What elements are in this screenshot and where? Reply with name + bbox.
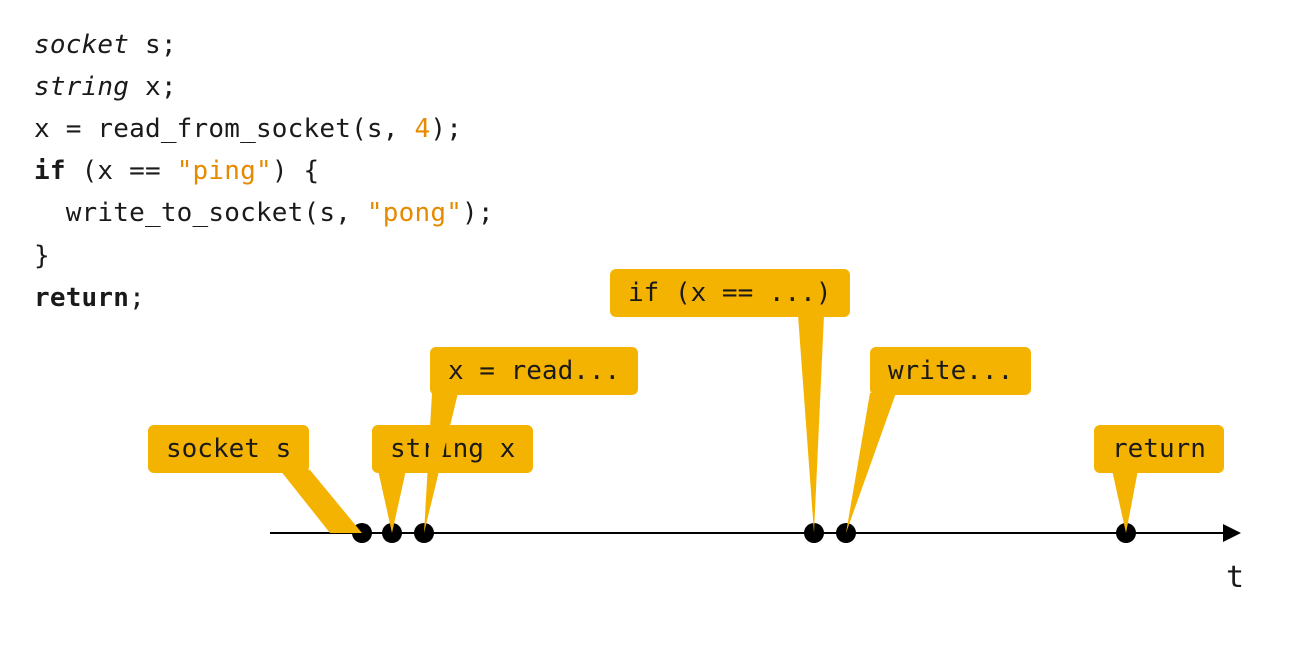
code-keyword-if: if <box>34 156 66 186</box>
code-text: (x == <box>66 156 177 186</box>
bubble-tail-icon <box>280 470 370 533</box>
code-literal-string: "pong" <box>367 198 462 228</box>
bubble-tail-icon <box>796 315 824 533</box>
code-text: ); <box>430 114 462 144</box>
code-block: socket s; string x; x = read_from_socket… <box>34 24 494 319</box>
timeline-event-x-read: x = read... <box>430 347 638 395</box>
bubble-tail-icon <box>1112 470 1142 533</box>
timeline-axis-label: t <box>1226 560 1244 595</box>
bubble-tail-icon <box>418 393 458 533</box>
code-type-string: string <box>34 72 129 102</box>
code-text: write_to_socket(s, <box>34 198 367 228</box>
timeline-event-if: if (x == ...) <box>610 269 850 317</box>
code-type-socket: socket <box>34 30 129 60</box>
code-text: x = read_from_socket(s, <box>34 114 414 144</box>
code-keyword-return: return <box>34 283 129 313</box>
bubble-tail-icon <box>378 470 414 533</box>
timeline-event-socket-s: socket s <box>148 425 309 473</box>
code-literal-number: 4 <box>414 114 430 144</box>
code-text: ); <box>462 198 494 228</box>
code-literal-string: "ping" <box>177 156 272 186</box>
code-text: s; <box>129 30 177 60</box>
bubble-tail-icon <box>840 393 896 533</box>
timeline-event-return: return <box>1094 425 1224 473</box>
code-text: } <box>34 241 50 271</box>
code-text: x; <box>129 72 177 102</box>
timeline-event-write: write... <box>870 347 1031 395</box>
code-text: ; <box>129 283 145 313</box>
timeline-arrowhead-icon <box>1223 524 1241 542</box>
code-text: ) { <box>272 156 320 186</box>
